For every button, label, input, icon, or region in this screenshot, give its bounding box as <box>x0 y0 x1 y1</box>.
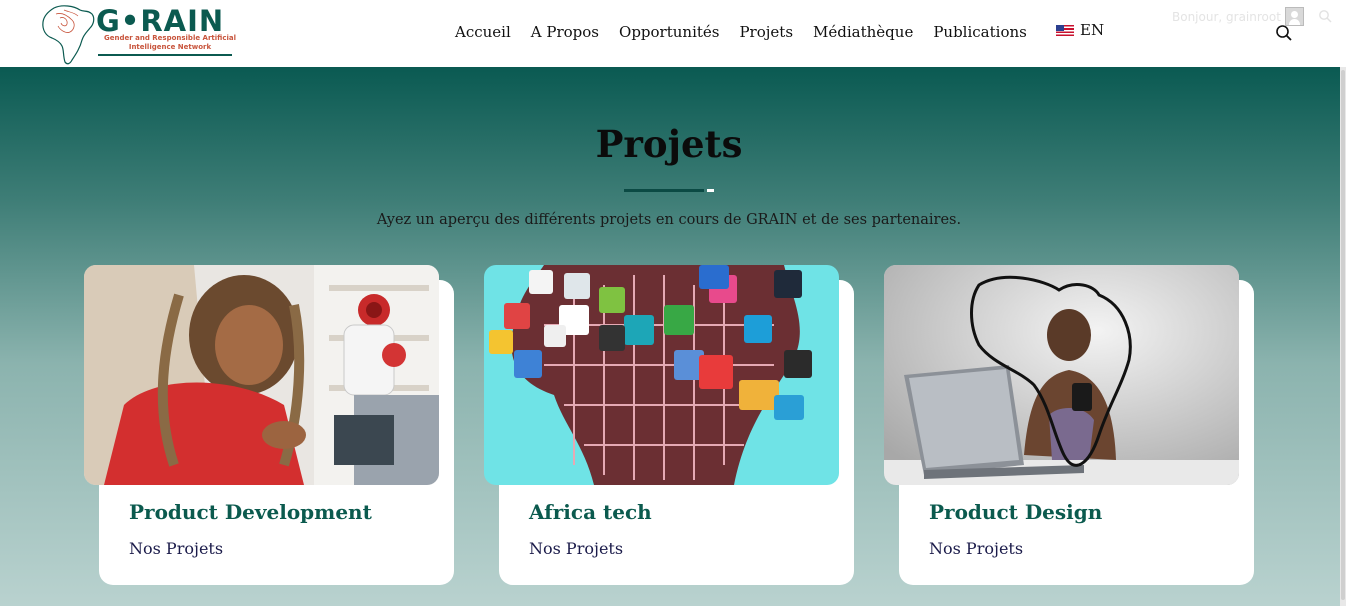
page-title: Projets <box>595 122 743 166</box>
project-image-africa-tech[interactable] <box>484 265 839 485</box>
nav-item-publications[interactable]: Publications <box>933 23 1027 41</box>
main-nav: Accueil A Propos Opportunités Projets Mé… <box>455 21 1027 43</box>
project-category[interactable]: Nos Projets <box>129 539 223 558</box>
site-header: G•RAIN Gender and Responsible Artificial… <box>0 0 1346 67</box>
project-title-product-development[interactable]: Product Development <box>129 500 372 524</box>
title-divider-accent <box>707 189 714 192</box>
title-divider <box>624 189 704 192</box>
greeting-text: Bonjour, grainroot <box>1172 9 1281 24</box>
language-switcher[interactable]: EN <box>1056 21 1104 39</box>
africa-map-logo-icon <box>42 5 95 65</box>
logo-underline <box>98 54 232 56</box>
logo-wordmark: G•RAIN <box>96 4 225 38</box>
nav-item-mediatheque[interactable]: Médiathèque <box>813 23 913 41</box>
nav-item-a-propos[interactable]: A Propos <box>531 23 599 41</box>
project-title-africa-tech[interactable]: Africa tech <box>529 500 652 524</box>
project-image-product-design[interactable] <box>884 265 1239 485</box>
project-image-product-development[interactable] <box>84 265 439 485</box>
user-greeting[interactable]: Bonjour, grainroot <box>1172 7 1304 26</box>
project-category[interactable]: Nos Projets <box>929 539 1023 558</box>
scrollbar-thumb[interactable] <box>1341 70 1345 600</box>
logo-subtitle: Gender and Responsible Artificial Intell… <box>103 34 237 51</box>
nav-item-opportunites[interactable]: Opportunités <box>619 23 719 41</box>
grain-logo[interactable]: G•RAIN Gender and Responsible Artificial… <box>40 2 240 66</box>
project-category[interactable]: Nos Projets <box>529 539 623 558</box>
search-icon[interactable] <box>1275 24 1293 42</box>
us-flag-icon <box>1056 24 1074 36</box>
admin-search-icon[interactable] <box>1318 8 1332 23</box>
language-label: EN <box>1080 21 1105 39</box>
nav-item-projets[interactable]: Projets <box>739 23 793 41</box>
project-title-product-design[interactable]: Product Design <box>929 500 1102 524</box>
user-avatar-icon[interactable] <box>1284 7 1304 26</box>
page-subtitle: Ayez un aperçu des différents projets en… <box>376 212 962 228</box>
nav-item-accueil[interactable]: Accueil <box>455 23 511 41</box>
